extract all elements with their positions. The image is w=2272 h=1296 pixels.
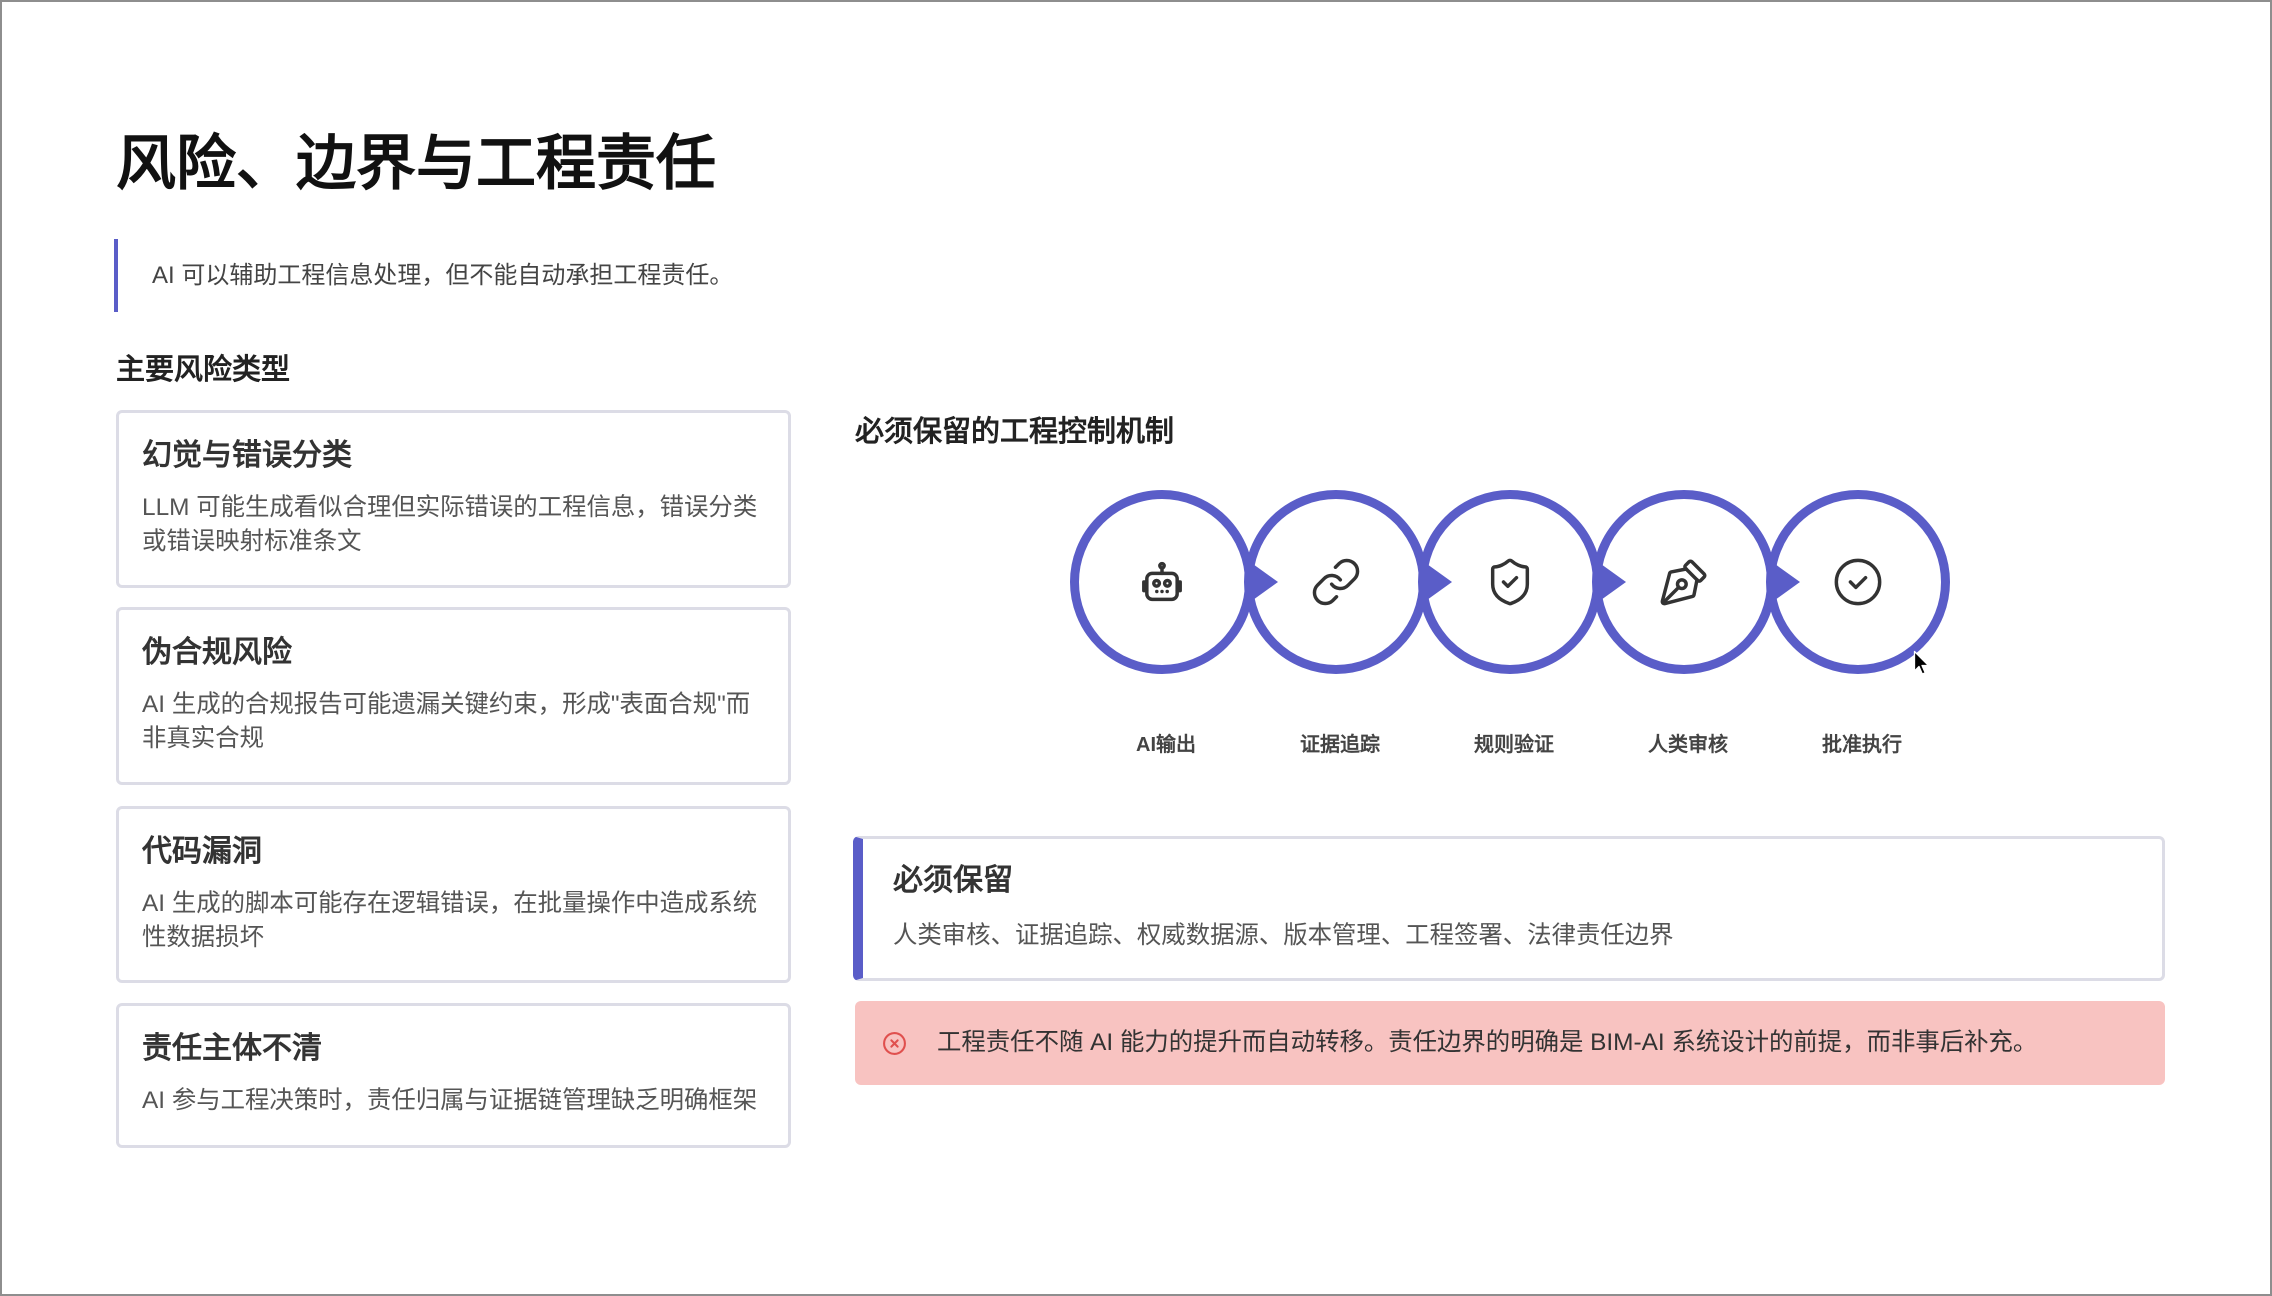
control-flow-diagram <box>1070 490 1950 674</box>
responsibility-alert: 工程责任不随 AI 能力的提升而自动转移。责任边界的明确是 BIM-AI 系统设… <box>855 1001 2165 1085</box>
mouse-cursor-icon <box>1913 650 1930 675</box>
must-retain-body: 人类审核、证据追踪、权威数据源、版本管理、工程签署、法律责任边界 <box>893 922 1674 949</box>
risk-card-pseudo-compliance: 伪合规风险 AI 生成的合规报告可能遗漏关键约束，形成"表面合规"而非真实合规 <box>116 607 791 785</box>
step-ring <box>1070 490 1254 674</box>
step-label-approve-execute: 批准执行 <box>1822 734 1902 756</box>
risk-card-title: 责任主体不清 <box>142 1032 322 1065</box>
alert-text: 工程责任不随 AI 能力的提升而自动转移。责任边界的明确是 BIM-AI 系统设… <box>937 1029 2038 1056</box>
risk-section-heading: 主要风险类型 <box>116 354 291 386</box>
risk-card-body: LLM 可能生成看似合理但实际错误的工程信息，错误分类或错误映射标准条文 <box>142 494 758 555</box>
step-label-rule-verification: 规则验证 <box>1474 734 1554 756</box>
circle-x-icon <box>883 1032 906 1055</box>
step-label-human-review: 人类审核 <box>1648 734 1728 756</box>
risk-card-title: 伪合规风险 <box>142 636 292 669</box>
controls-section-heading: 必须保留的工程控制机制 <box>855 416 1175 448</box>
risk-card-unclear-responsibility: 责任主体不清 AI 参与工程决策时，责任归属与证据链管理缺乏明确框架 <box>116 1003 791 1148</box>
must-retain-box: 必须保留 人类审核、证据追踪、权威数据源、版本管理、工程签署、法律责任边界 <box>853 836 2165 981</box>
risk-card-code-vulnerability: 代码漏洞 AI 生成的脚本可能存在逻辑错误，在批量操作中造成系统性数据损坏 <box>116 806 791 983</box>
risk-card-hallucination: 幻觉与错误分类 LLM 可能生成看似合理但实际错误的工程信息，错误分类或错误映射… <box>116 410 791 588</box>
slide: 风险、边界与工程责任 AI 可以辅助工程信息处理，但不能自动承担工程责任。 主要… <box>0 0 2272 1296</box>
step-ai-output <box>1070 490 1254 674</box>
risk-card-body: AI 参与工程决策时，责任归属与证据链管理缺乏明确框架 <box>142 1087 758 1114</box>
step-label-ai-output: AI输出 <box>1136 734 1196 756</box>
risk-card-title: 代码漏洞 <box>142 835 262 868</box>
page-title: 风险、边界与工程责任 <box>116 130 716 197</box>
step-label-evidence-tracking: 证据追踪 <box>1300 734 1380 756</box>
risk-card-body: AI 生成的合规报告可能遗漏关键约束，形成"表面合规"而非真实合规 <box>142 691 751 752</box>
risk-card-title: 幻觉与错误分类 <box>142 439 352 472</box>
risk-card-body: AI 生成的脚本可能存在逻辑错误，在批量操作中造成系统性数据损坏 <box>142 890 758 951</box>
quote-callout: AI 可以辅助工程信息处理，但不能自动承担工程责任。 <box>114 239 733 312</box>
must-retain-title: 必须保留 <box>893 864 1013 897</box>
